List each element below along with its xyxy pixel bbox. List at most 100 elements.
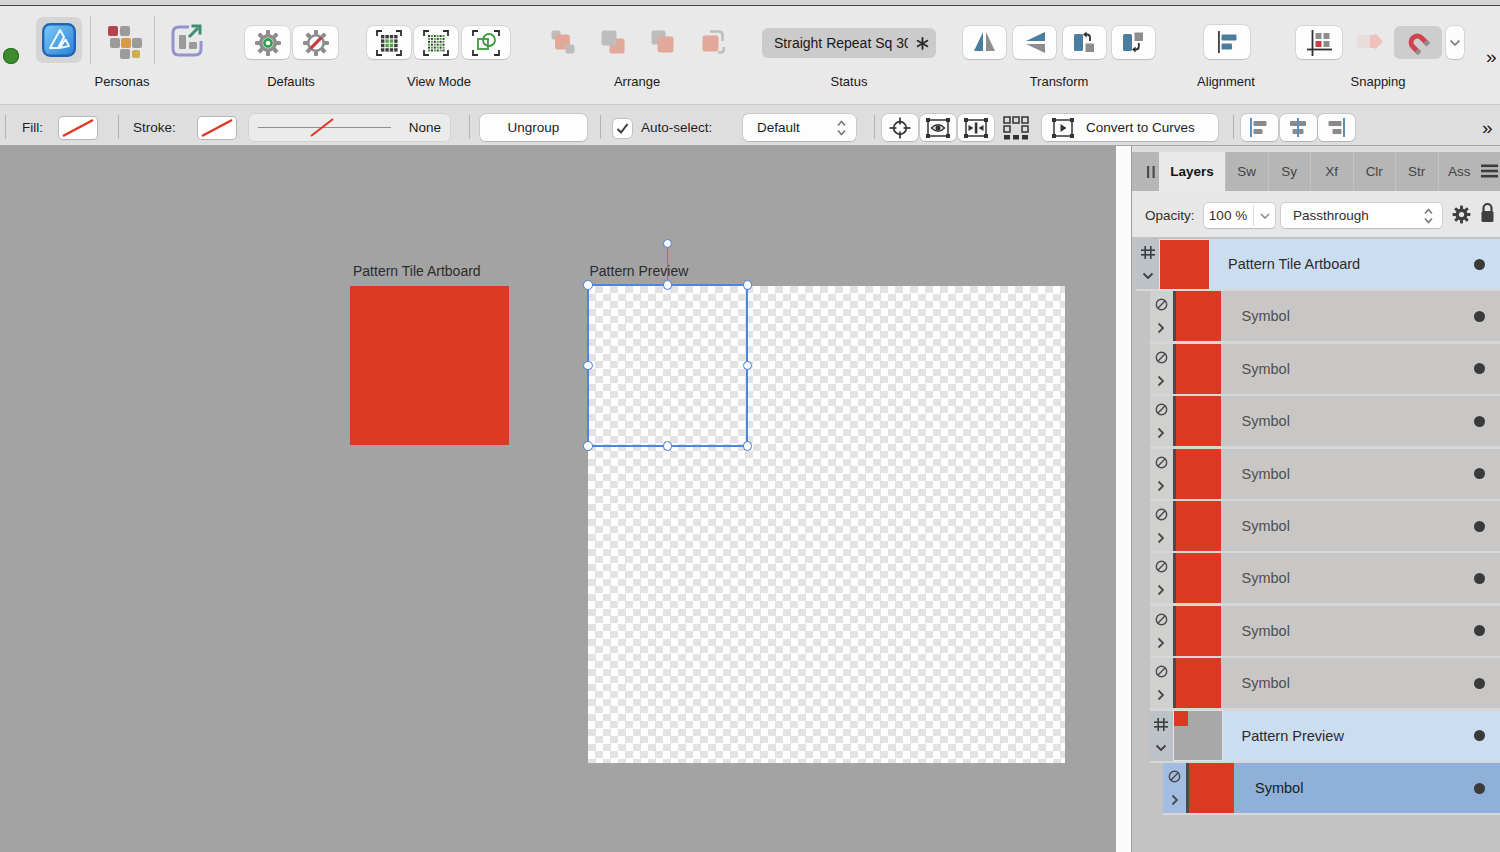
layer-visibility-dot[interactable] <box>1474 468 1485 479</box>
lock-layer-button[interactable] <box>1480 202 1495 224</box>
layer-gutter[interactable] <box>1150 553 1173 603</box>
handle-se[interactable] <box>743 441 753 451</box>
layer-row-symbol[interactable]: Symbol <box>1150 658 1500 708</box>
layer-thumbnail[interactable] <box>1176 449 1221 499</box>
tab-colour[interactable]: Clr <box>1353 152 1396 191</box>
status-chip[interactable]: Straight Repeat Sq 30 <box>762 28 936 58</box>
viewmode-retina-button[interactable] <box>414 26 458 59</box>
layer-row-symbol[interactable]: Symbol <box>1150 396 1500 446</box>
tab-swatches[interactable]: Sw <box>1225 152 1268 191</box>
stroke-width-widget[interactable]: None <box>249 114 450 141</box>
tab-symbols[interactable]: Sy <box>1268 152 1311 191</box>
snapping-pixel-move-button[interactable] <box>1356 31 1384 53</box>
layer-row-symbol[interactable]: Symbol <box>1150 606 1500 656</box>
layer-gutter[interactable] <box>1150 396 1173 446</box>
arrange-backward-button[interactable] <box>651 30 675 54</box>
layer-gutter[interactable] <box>1150 449 1173 499</box>
snapping-grid-button[interactable] <box>1296 26 1342 59</box>
layer-visibility-dot[interactable] <box>1474 416 1485 427</box>
mirror-selection-button[interactable] <box>958 114 994 141</box>
layer-row-symbol[interactable]: Symbol <box>1150 344 1500 394</box>
arrange-to-back-button[interactable] <box>701 30 725 54</box>
layer-name[interactable]: Symbol <box>1242 396 1290 446</box>
layer-thumbnail[interactable] <box>1176 344 1221 394</box>
layer-name[interactable]: Symbol <box>1242 553 1290 603</box>
layer-row-pattern-preview[interactable]: Pattern Preview <box>1150 711 1500 761</box>
handle-sw[interactable] <box>583 441 593 451</box>
layer-gutter[interactable] <box>1150 501 1173 551</box>
layer-visibility-dot[interactable] <box>1474 573 1485 584</box>
toolbar-overflow-chevron[interactable]: » <box>1486 46 1500 68</box>
arrange-to-front-button[interactable] <box>551 30 575 54</box>
layer-gutter[interactable] <box>1150 606 1173 656</box>
layer-row-pattern-tile-artboard[interactable]: Pattern Tile Artboard <box>1136 239 1500 289</box>
rotate-cw-button[interactable] <box>1112 26 1155 59</box>
blend-mode-dropdown[interactable]: Passthrough <box>1281 203 1442 228</box>
edit-all-layers-button[interactable] <box>999 116 1033 140</box>
layer-visibility-dot[interactable] <box>1474 259 1485 270</box>
panel-menu-button[interactable] <box>1481 164 1498 178</box>
layer-row-symbol[interactable]: Symbol <box>1150 553 1500 603</box>
tab-transform[interactable]: Xf <box>1310 152 1353 191</box>
layer-thumbnail[interactable] <box>1176 658 1221 708</box>
layer-gutter[interactable] <box>1150 291 1173 341</box>
layer-gutter[interactable] <box>1150 344 1173 394</box>
layer-name[interactable]: Symbol <box>1242 344 1290 394</box>
layer-gutter[interactable] <box>1136 239 1159 289</box>
canvas[interactable]: Pattern Tile Artboard Pattern Preview <box>0 146 1116 852</box>
handle-rotate[interactable] <box>663 239 673 249</box>
layer-visibility-dot[interactable] <box>1474 730 1485 741</box>
layer-name[interactable]: Symbol <box>1242 606 1290 656</box>
persona-pixel-button[interactable] <box>103 23 143 61</box>
layer-row-symbol[interactable]: Symbol <box>1150 449 1500 499</box>
fill-swatch[interactable] <box>59 117 97 139</box>
layer-thumbnail[interactable] <box>1174 711 1223 760</box>
handle-nw[interactable] <box>583 280 593 290</box>
layer-row-symbol[interactable]: Symbol <box>1150 291 1500 341</box>
layer-thumbnail[interactable] <box>1176 553 1221 603</box>
canvas-scrollbar-track[interactable] <box>1116 146 1131 852</box>
layer-visibility-dot[interactable] <box>1474 625 1485 636</box>
window-green-button[interactable] <box>3 48 19 64</box>
align-right-button[interactable] <box>1318 114 1355 141</box>
layer-name[interactable]: Symbol <box>1242 501 1290 551</box>
layer-thumbnail[interactable] <box>1176 501 1221 551</box>
rotate-ccw-button[interactable] <box>1063 26 1106 59</box>
selection-box[interactable] <box>587 284 749 447</box>
panel-dock-handle-icon[interactable] <box>1146 166 1156 178</box>
convert-to-curves-button[interactable]: Convert to Curves <box>1042 114 1218 141</box>
layer-visibility-dot[interactable] <box>1474 311 1485 322</box>
handle-s[interactable] <box>663 441 673 451</box>
defaults-sync-button[interactable] <box>245 26 290 59</box>
handle-w[interactable] <box>583 361 593 371</box>
ungroup-button[interactable]: Ungroup <box>480 114 587 141</box>
tab-stroke[interactable]: Str <box>1395 152 1438 191</box>
layer-settings-button[interactable] <box>1452 205 1471 224</box>
layer-visibility-dot[interactable] <box>1474 363 1485 374</box>
defaults-revert-button[interactable] <box>293 26 338 59</box>
tab-layers[interactable]: Layers <box>1159 152 1225 191</box>
hide-selection-button[interactable] <box>920 114 956 141</box>
align-left-button[interactable] <box>1241 114 1278 141</box>
layer-row-symbol[interactable]: Symbol <box>1150 501 1500 551</box>
chevron-down-icon[interactable] <box>1260 213 1270 219</box>
arrange-forward-button[interactable] <box>601 30 625 54</box>
snapping-magnet-button[interactable] <box>1394 26 1442 59</box>
layer-visibility-dot[interactable] <box>1474 783 1485 794</box>
context-overflow-chevron[interactable]: » <box>1482 117 1498 139</box>
layer-gutter[interactable] <box>1163 763 1186 813</box>
layer-name[interactable]: Symbol <box>1242 658 1290 708</box>
layer-thumbnail[interactable] <box>1176 396 1221 446</box>
tab-assets[interactable]: Ass <box>1438 152 1481 191</box>
transform-origin-button[interactable] <box>882 114 918 141</box>
persona-export-button[interactable] <box>169 22 205 59</box>
layer-name[interactable]: Symbol <box>1242 291 1290 341</box>
layer-row-symbol[interactable]: Symbol <box>1163 763 1500 813</box>
autoselect-checkbox[interactable] <box>613 119 632 138</box>
layer-thumbnail[interactable] <box>1176 606 1221 656</box>
persona-designer-button[interactable] <box>36 17 82 63</box>
layer-name[interactable]: Pattern Preview <box>1242 711 1344 761</box>
layer-thumbnail[interactable] <box>1160 240 1209 289</box>
layer-name[interactable]: Symbol <box>1242 449 1290 499</box>
layer-name[interactable]: Pattern Tile Artboard <box>1228 239 1360 289</box>
